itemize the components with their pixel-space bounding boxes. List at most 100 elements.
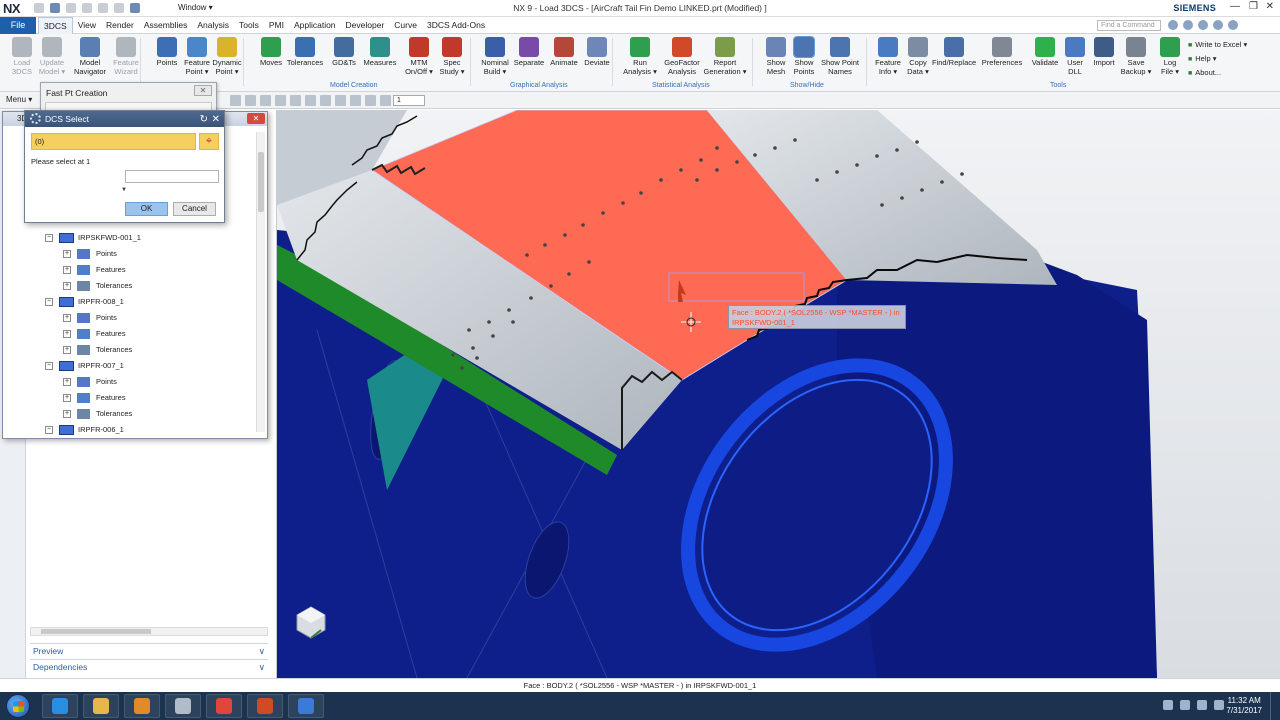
tab-developer[interactable]: Developer [341,17,390,34]
log-file-button[interactable]: Log File ▾ [1148,37,1192,76]
layer-select[interactable]: 1 [393,95,425,106]
tree-part-node[interactable]: − IRPFR-008_1 [5,294,253,310]
menu-button[interactable]: Menu ▾ [6,95,32,104]
expand-icon[interactable]: + [63,314,71,322]
expand-icon[interactable]: + [63,410,71,418]
tab-3dcs-add-ons[interactable]: 3DCS Add-Ons [422,17,490,34]
help-link[interactable]: Help ▾ [1188,52,1247,66]
clock[interactable]: 11:32 AM 7/31/2017 [1226,696,1262,716]
selection-filter-icon[interactable] [365,95,376,106]
explorer-taskbar-button[interactable] [83,694,119,718]
tab-tools[interactable]: Tools [234,17,264,34]
navigator-vscroll[interactable] [256,132,265,432]
ie-taskbar-button[interactable] [42,694,78,718]
expand-icon[interactable]: + [63,378,71,386]
refresh-icon[interactable]: ↻ [200,112,208,128]
powerpoint-taskbar-button[interactable] [247,694,283,718]
collapse-icon[interactable]: − [45,426,53,434]
start-button[interactable] [6,694,30,718]
chrome-taskbar-button[interactable] [206,694,242,718]
measures-button[interactable]: Measures [358,37,402,68]
selection-filter-icon[interactable] [350,95,361,106]
collapse-icon[interactable]: − [45,234,53,242]
run-analysis-button[interactable]: Run Analysis ▾ [618,37,662,76]
about-link[interactable]: About... [1188,66,1247,80]
tray-arrow-icon[interactable] [1163,700,1173,710]
tree-part-node[interactable]: − IRPSKFWD-001_1 [5,230,253,246]
tree-part-node[interactable]: − IRPFR-006_1 [5,422,253,438]
report-button[interactable]: Report Generation ▾ [703,37,747,76]
tab-curve[interactable]: Curve [389,17,422,34]
selection-filter-icon[interactable] [230,95,241,106]
settings-icon[interactable] [1228,20,1238,30]
geofactor-button[interactable]: GeoFactor Analysis [660,37,704,76]
preferences-button[interactable]: Preferences [980,37,1024,68]
expand-icon[interactable]: + [63,330,71,338]
tree-tolerances-node[interactable]: + Tolerances [5,342,253,358]
find-replace-button[interactable]: Find/Replace [932,37,976,68]
navigator-hscroll[interactable] [30,627,268,636]
dcs-select-titlebar[interactable]: DCS Select ↻ ✕ [25,111,224,127]
tree-features-node[interactable]: + Features [5,262,253,278]
selection-filter-icon[interactable] [320,95,331,106]
help-icon[interactable] [1213,20,1223,30]
flag-icon[interactable] [1214,700,1224,710]
tree-tolerances-node[interactable]: + Tolerances [5,278,253,294]
close-icon[interactable]: ✕ [247,113,265,124]
selection-filter-icon[interactable] [305,95,316,106]
show-point-names-button[interactable]: Show Point Names [818,37,862,76]
graphics-viewport[interactable]: Face : BODY.2 ( *SOL2556 - WSP *MASTER -… [277,110,1280,678]
file-tab[interactable]: File [0,17,36,34]
collapse-icon[interactable]: − [45,298,53,306]
expand-icon[interactable]: + [63,394,71,402]
dependencies-section[interactable]: Dependencies ∨ [30,659,268,674]
tree-points-node[interactable]: + Points [5,374,253,390]
tolerances-button[interactable]: Tolerances [283,37,327,68]
spec-study-button[interactable]: Spec Study ▾ [430,37,474,76]
selection-filter-icon[interactable] [335,95,346,106]
expand-icon[interactable]: + [63,266,71,274]
layout-icon[interactable] [1168,20,1178,30]
tab-application[interactable]: Application [289,17,341,34]
selection-filter-icon[interactable] [245,95,256,106]
nx-taskbar-button[interactable] [165,694,201,718]
collapse-icon[interactable]: − [45,362,53,370]
minimize-icon[interactable]: — [1230,1,1240,12]
tree-part-node[interactable]: − IRPFR-007_1 [5,358,253,374]
tree-points-node[interactable]: + Points [5,310,253,326]
tab-render[interactable]: Render [101,17,139,34]
3dcs-taskbar-button[interactable] [288,694,324,718]
selection-list-field[interactable]: (0) [31,133,196,150]
selection-filter-icon[interactable] [290,95,301,106]
close-icon[interactable]: ✕ [1266,1,1274,12]
select-target-icon[interactable]: ⌖ [199,133,219,150]
preview-section[interactable]: Preview ∨ [30,643,268,658]
volume-icon[interactable] [1197,700,1207,710]
close-icon[interactable]: ✕ [212,112,220,128]
expand-icon[interactable]: + [63,250,71,258]
tree-tolerances-node[interactable]: + Tolerances [5,406,253,422]
network-icon[interactable] [1180,700,1190,710]
tree-features-node[interactable]: + Features [5,390,253,406]
ok-button[interactable]: OK [125,202,168,216]
dcs-select-dialog[interactable]: DCS Select ↻ ✕ (0) ⌖ Please select at 1 … [24,110,225,223]
media-taskbar-button[interactable] [124,694,160,718]
selection-filter-icon[interactable] [380,95,391,106]
tab-assemblies[interactable]: Assemblies [139,17,192,34]
write-to-excel-link[interactable]: Write to Excel ▾ [1188,38,1247,52]
selection-input[interactable] [125,170,219,183]
find-command-input[interactable]: Find a Command [1097,20,1161,31]
tab-analysis[interactable]: Analysis [192,17,234,34]
forward-icon[interactable] [1198,20,1208,30]
tab-pmi[interactable]: PMI [264,17,289,34]
cancel-button[interactable]: Cancel [173,202,216,216]
expand-icon[interactable]: + [63,346,71,354]
selection-filter-icon[interactable] [275,95,286,106]
restore-icon[interactable]: ❐ [1249,1,1258,12]
expand-icon[interactable]: + [63,282,71,290]
close-icon[interactable]: ✕ [194,85,212,96]
tab-view[interactable]: View [73,17,101,34]
show-desktop-button[interactable] [1270,692,1280,720]
back-icon[interactable] [1183,20,1193,30]
wizard-button[interactable]: Feature Wizard [104,37,148,76]
